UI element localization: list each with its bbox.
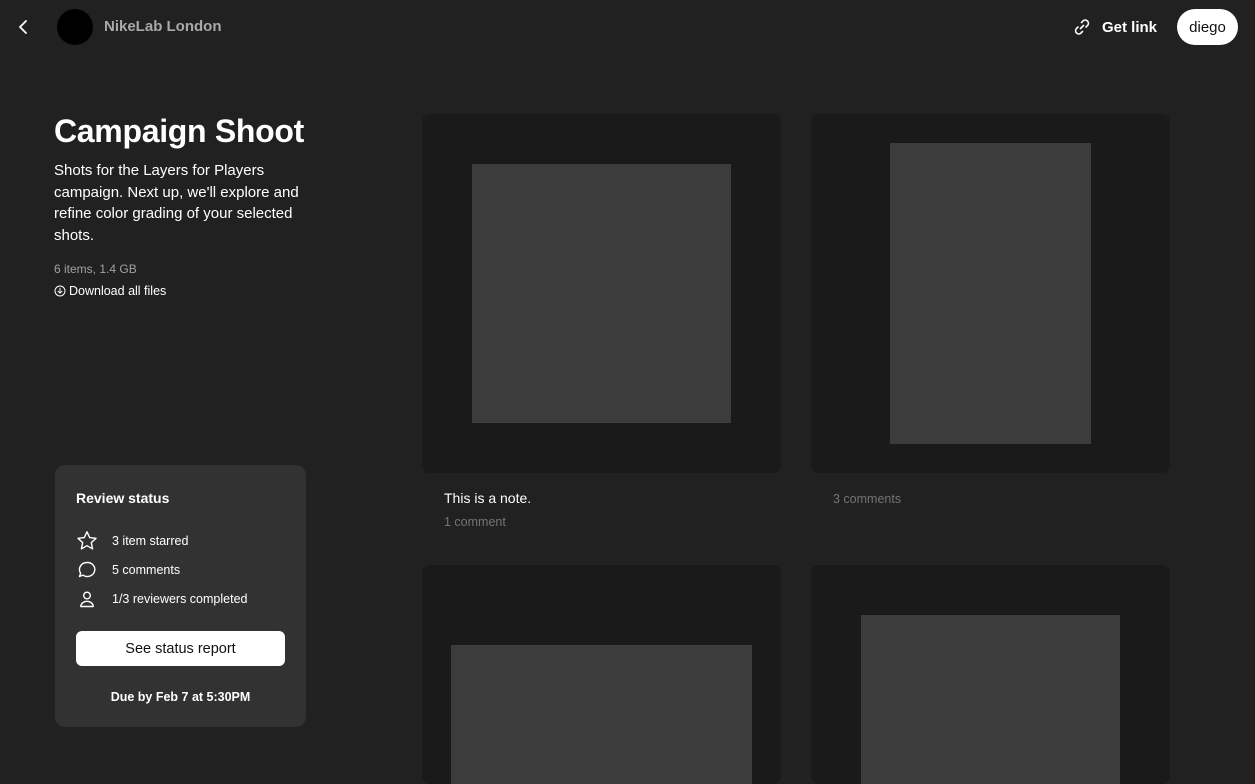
download-all-label: Download all files xyxy=(69,284,167,298)
page-title: Campaign Shoot xyxy=(54,113,305,149)
media-tile[interactable] xyxy=(811,565,1170,784)
starred-count: 3 item starred xyxy=(112,534,189,548)
top-bar: NikeLab London Get link diego xyxy=(0,0,1255,54)
item-comments[interactable]: 1 comment xyxy=(444,515,506,529)
user-menu-button[interactable]: diego xyxy=(1177,9,1238,45)
image-placeholder xyxy=(890,143,1091,444)
download-icon xyxy=(54,285,66,297)
due-date: Due by Feb 7 at 5:30PM xyxy=(110,690,251,704)
image-placeholder xyxy=(861,615,1120,784)
get-link-label: Get link xyxy=(1102,18,1158,36)
media-tile[interactable] xyxy=(811,114,1170,473)
starred-row: 3 item starred xyxy=(75,529,285,553)
item-comments[interactable]: 3 comments xyxy=(833,492,901,506)
back-button[interactable] xyxy=(12,15,34,39)
see-status-report-button[interactable]: See status report xyxy=(76,631,285,666)
comment-bubble-icon xyxy=(75,558,99,582)
reviewers-progress: 1/3 reviewers completed xyxy=(112,592,248,606)
media-tile[interactable] xyxy=(422,565,781,784)
project-meta: 6 items, 1.4 GB xyxy=(54,262,137,276)
brand-name: NikeLab London xyxy=(104,18,222,35)
media-tile[interactable] xyxy=(422,114,781,473)
link-icon xyxy=(1074,19,1090,35)
comments-count: 5 comments xyxy=(112,563,181,577)
image-placeholder xyxy=(451,645,752,784)
star-icon xyxy=(75,529,99,553)
reviewers-row: 1/3 reviewers completed xyxy=(75,587,285,611)
user-icon xyxy=(75,587,99,611)
review-status-title: Review status xyxy=(76,490,170,506)
review-status-card: Review status 3 item starred 5 comments … xyxy=(55,465,306,727)
download-all-link[interactable]: Download all files xyxy=(54,283,166,299)
get-link-button[interactable]: Get link xyxy=(1072,16,1157,38)
comments-row: 5 comments xyxy=(75,558,285,582)
image-placeholder xyxy=(472,164,731,423)
brand-avatar xyxy=(57,9,93,45)
item-note: This is a note. xyxy=(444,490,532,506)
project-description: Shots for the Layers for Players campaig… xyxy=(54,162,299,245)
chevron-left-icon xyxy=(19,20,27,34)
